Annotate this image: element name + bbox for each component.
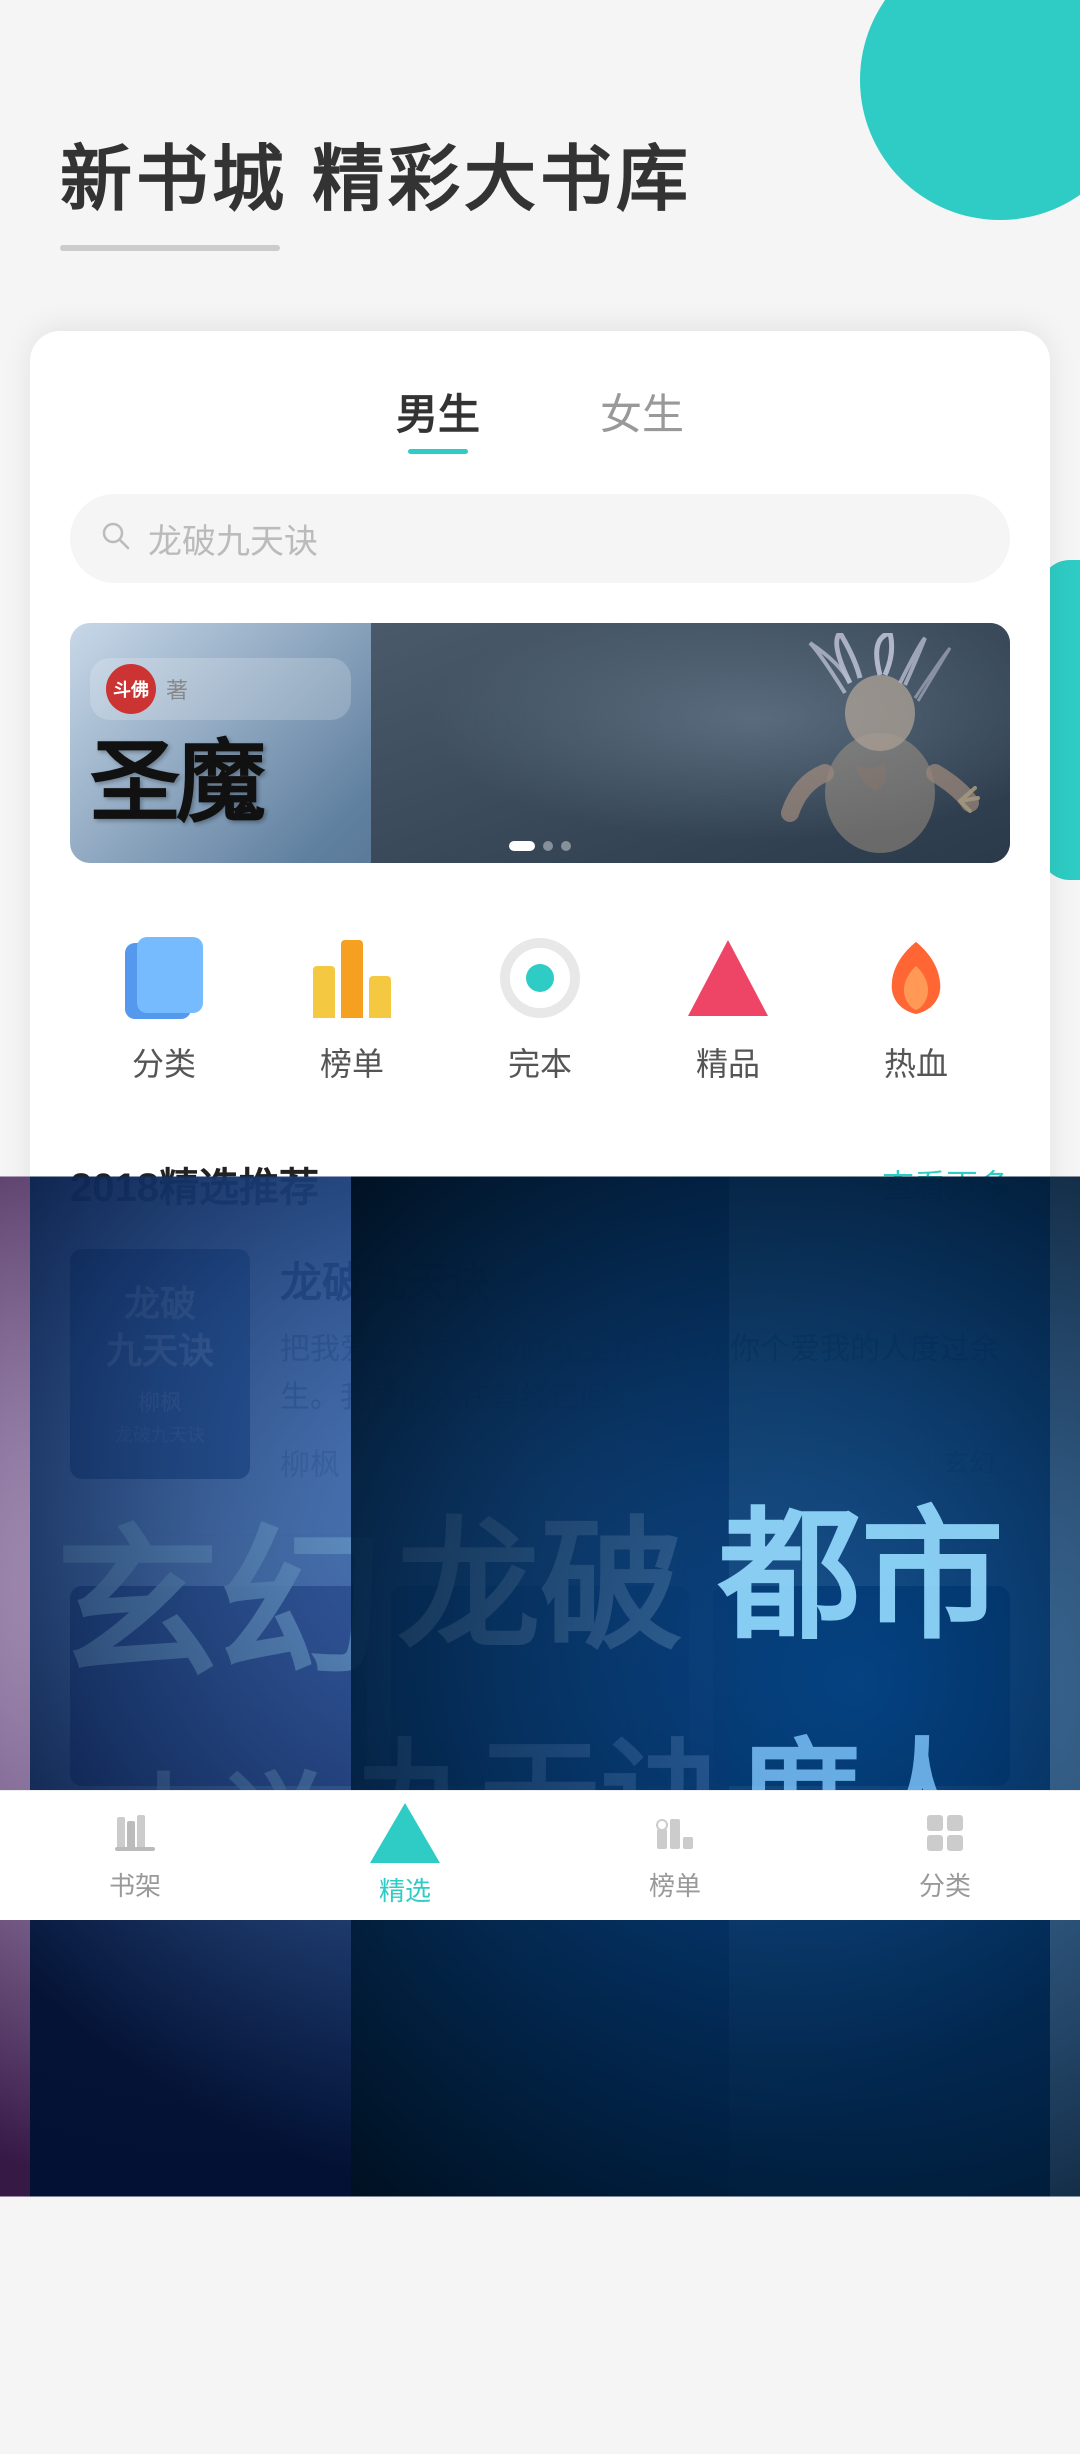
ranking-icon (650, 1808, 700, 1858)
books-grid: 玄幻 小说 龙破 九天诀 (70, 1586, 1010, 1786)
nav-bookshelf-label: 书架 (109, 1866, 161, 1903)
dot-3 (561, 841, 571, 851)
banner-left: 斗佛 著 圣魔 (70, 623, 371, 863)
tab-male[interactable]: 男生 (396, 381, 480, 454)
banner-art (371, 623, 1010, 863)
banner[interactable]: 斗佛 著 圣魔 (70, 623, 1010, 863)
nav-ranking-label: 榜单 (649, 1866, 701, 1903)
bookshelf-icon (110, 1808, 160, 1858)
svg-text:度人: 度人 (739, 1731, 984, 1786)
banner-author: 斗佛 著 (90, 658, 351, 720)
header: 新书城 精彩大书库 (0, 0, 1080, 291)
tab-female[interactable]: 女生 (600, 381, 684, 454)
dot-2 (543, 841, 553, 851)
svg-text:都市: 都市 (718, 1586, 1005, 1656)
nav-ranking[interactable]: 榜单 (540, 1808, 810, 1903)
tabs-row: 男生 女生 (70, 381, 1010, 454)
author-badge: 斗佛 (106, 664, 156, 714)
page-title: 新书城 精彩大书库 (60, 120, 1020, 225)
small-book-3[interactable]: 都市 度人 (713, 1586, 1010, 1786)
search-bar[interactable]: 龙破九天诀 (70, 494, 1010, 583)
search-icon (100, 520, 132, 557)
category-icon (920, 1808, 970, 1858)
nav-category[interactable]: 分类 (810, 1808, 1080, 1903)
nav-featured[interactable]: 精选 (270, 1803, 540, 1908)
nav-category-label: 分类 (919, 1866, 971, 1903)
bottom-nav: 书架 精选 榜单 分类 (0, 1790, 1080, 1920)
dot-1 (509, 841, 535, 851)
banner-dots (509, 841, 571, 851)
small-book-3-cover: 都市 度人 (713, 1586, 1010, 1786)
search-placeholder: 龙破九天诀 (148, 514, 318, 563)
nav-featured-label: 精选 (379, 1871, 431, 1908)
banner-content: 斗佛 著 圣魔 (70, 623, 1010, 863)
banner-title: 圣魔 (90, 739, 351, 829)
warrior-illustration (760, 633, 1000, 853)
featured-icon (370, 1803, 440, 1863)
title-underline (60, 245, 280, 251)
main-card: 男生 女生 龙破九天诀 斗佛 著 圣魔 (30, 331, 1050, 1866)
nav-bookshelf[interactable]: 书架 (0, 1808, 270, 1903)
